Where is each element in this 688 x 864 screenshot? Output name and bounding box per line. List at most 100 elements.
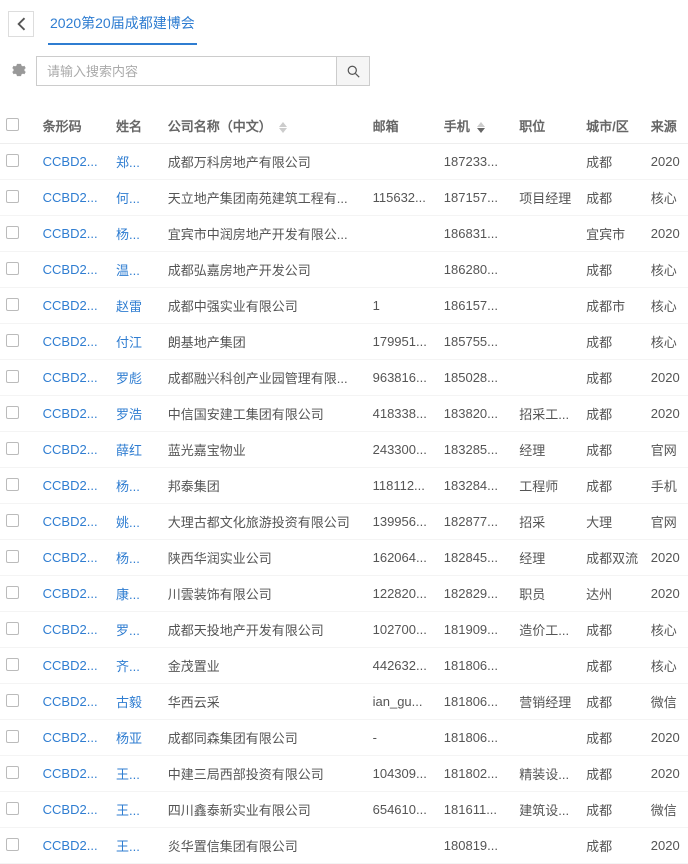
cell-phone: 181806... bbox=[438, 720, 513, 756]
cell-barcode[interactable]: CCBD2... bbox=[37, 540, 110, 576]
table-row[interactable]: CCBD2...薛红蓝光嘉宝物业243300...183285...经理成都官网 bbox=[0, 432, 688, 468]
cell-name[interactable]: 杨... bbox=[110, 216, 162, 252]
cell-name[interactable]: 付江 bbox=[110, 324, 162, 360]
cell-barcode[interactable]: CCBD2... bbox=[37, 576, 110, 612]
row-checkbox[interactable] bbox=[6, 802, 19, 815]
cell-barcode[interactable]: CCBD2... bbox=[37, 648, 110, 684]
cell-barcode[interactable]: CCBD2... bbox=[37, 180, 110, 216]
row-checkbox[interactable] bbox=[6, 226, 19, 239]
row-checkbox[interactable] bbox=[6, 550, 19, 563]
cell-city: 成都 bbox=[580, 828, 645, 864]
row-checkbox[interactable] bbox=[6, 478, 19, 491]
row-checkbox[interactable] bbox=[6, 622, 19, 635]
row-checkbox[interactable] bbox=[6, 298, 19, 311]
table-row[interactable]: CCBD2...何...天立地产集团南苑建筑工程有...115632...187… bbox=[0, 180, 688, 216]
table-row[interactable]: CCBD2...罗彪成都融兴科创产业园管理有限...963816...18502… bbox=[0, 360, 688, 396]
table-row[interactable]: CCBD2...王...四川鑫泰新实业有限公司654610...181611..… bbox=[0, 792, 688, 828]
cell-barcode[interactable]: CCBD2... bbox=[37, 144, 110, 180]
cell-name[interactable]: 杨亚 bbox=[110, 720, 162, 756]
cell-name[interactable]: 何... bbox=[110, 180, 162, 216]
row-checkbox[interactable] bbox=[6, 838, 19, 851]
table-row[interactable]: CCBD2...杨亚成都同森集团有限公司-181806...成都2020 bbox=[0, 720, 688, 756]
cell-barcode[interactable]: CCBD2... bbox=[37, 252, 110, 288]
cell-name[interactable]: 王... bbox=[110, 756, 162, 792]
row-checkbox[interactable] bbox=[6, 658, 19, 671]
cell-name[interactable]: 王... bbox=[110, 828, 162, 864]
back-button[interactable] bbox=[8, 11, 34, 37]
row-checkbox[interactable] bbox=[6, 586, 19, 599]
cell-name[interactable]: 齐... bbox=[110, 648, 162, 684]
table-row[interactable]: CCBD2...王...中建三局西部投资有限公司104309...181802.… bbox=[0, 756, 688, 792]
search-button[interactable] bbox=[336, 56, 370, 86]
col-email[interactable]: 邮箱 bbox=[367, 108, 438, 144]
cell-barcode[interactable]: CCBD2... bbox=[37, 216, 110, 252]
col-source[interactable]: 来源 bbox=[645, 108, 688, 144]
table-row[interactable]: CCBD2...杨...邦泰集团118112...183284...工程师成都手… bbox=[0, 468, 688, 504]
col-name[interactable]: 姓名 bbox=[110, 108, 162, 144]
cell-barcode[interactable]: CCBD2... bbox=[37, 396, 110, 432]
row-checkbox[interactable] bbox=[6, 190, 19, 203]
cell-phone: 182877... bbox=[438, 504, 513, 540]
row-checkbox[interactable] bbox=[6, 406, 19, 419]
table-row[interactable]: CCBD2...王...炎华置信集团有限公司180819...成都2020 bbox=[0, 828, 688, 864]
cell-name[interactable]: 杨... bbox=[110, 540, 162, 576]
table-row[interactable]: CCBD2...赵雷成都中强实业有限公司1186157...成都市核心 bbox=[0, 288, 688, 324]
col-city[interactable]: 城市/区 bbox=[580, 108, 645, 144]
search-input[interactable] bbox=[36, 56, 336, 86]
cell-barcode[interactable]: CCBD2... bbox=[37, 612, 110, 648]
col-barcode[interactable]: 条形码 bbox=[37, 108, 110, 144]
cell-name[interactable]: 赵雷 bbox=[110, 288, 162, 324]
cell-name[interactable]: 王... bbox=[110, 792, 162, 828]
table-row[interactable]: CCBD2...罗浩中信国安建工集团有限公司418338...183820...… bbox=[0, 396, 688, 432]
table-row[interactable]: CCBD2...杨...宜宾市中润房地产开发有限公...186831...宜宾市… bbox=[0, 216, 688, 252]
settings-button[interactable] bbox=[8, 63, 30, 80]
select-all-checkbox[interactable] bbox=[6, 118, 19, 131]
tab-active[interactable]: 2020第20届成都建博会 bbox=[48, 3, 197, 45]
row-checkbox[interactable] bbox=[6, 766, 19, 779]
row-checkbox[interactable] bbox=[6, 154, 19, 167]
cell-barcode[interactable]: CCBD2... bbox=[37, 324, 110, 360]
cell-barcode[interactable]: CCBD2... bbox=[37, 432, 110, 468]
row-checkbox[interactable] bbox=[6, 442, 19, 455]
cell-name[interactable]: 罗... bbox=[110, 612, 162, 648]
row-checkbox[interactable] bbox=[6, 262, 19, 275]
cell-company: 川雲装饰有限公司 bbox=[162, 576, 367, 612]
table-row[interactable]: CCBD2...古毅华西云采ian_gu...181806...营销经理成都微信 bbox=[0, 684, 688, 720]
cell-name[interactable]: 罗浩 bbox=[110, 396, 162, 432]
cell-barcode[interactable]: CCBD2... bbox=[37, 684, 110, 720]
row-checkbox[interactable] bbox=[6, 514, 19, 527]
row-checkbox[interactable] bbox=[6, 694, 19, 707]
col-position[interactable]: 职位 bbox=[513, 108, 580, 144]
cell-name[interactable]: 姚... bbox=[110, 504, 162, 540]
table-row[interactable]: CCBD2...康...川雲装饰有限公司122820...182829...职员… bbox=[0, 576, 688, 612]
table-row[interactable]: CCBD2...齐...金茂置业442632...181806...成都核心 bbox=[0, 648, 688, 684]
row-checkbox[interactable] bbox=[6, 334, 19, 347]
col-company[interactable]: 公司名称（中文） bbox=[162, 108, 367, 144]
cell-barcode[interactable]: CCBD2... bbox=[37, 468, 110, 504]
cell-barcode[interactable]: CCBD2... bbox=[37, 792, 110, 828]
cell-name[interactable]: 杨... bbox=[110, 468, 162, 504]
cell-barcode[interactable]: CCBD2... bbox=[37, 288, 110, 324]
cell-barcode[interactable]: CCBD2... bbox=[37, 756, 110, 792]
cell-name[interactable]: 郑... bbox=[110, 144, 162, 180]
table-row[interactable]: CCBD2...罗...成都天投地产开发有限公司102700...181909.… bbox=[0, 612, 688, 648]
cell-name[interactable]: 温... bbox=[110, 252, 162, 288]
table-row[interactable]: CCBD2...温...成都弘嘉房地产开发公司186280...成都核心 bbox=[0, 252, 688, 288]
cell-city: 成都 bbox=[580, 792, 645, 828]
cell-barcode[interactable]: CCBD2... bbox=[37, 720, 110, 756]
table-row[interactable]: CCBD2...杨...陕西华润实业公司162064...182845...经理… bbox=[0, 540, 688, 576]
table-row[interactable]: CCBD2...付江朗基地产集团179951...185755...成都核心 bbox=[0, 324, 688, 360]
cell-name[interactable]: 薛红 bbox=[110, 432, 162, 468]
row-checkbox[interactable] bbox=[6, 370, 19, 383]
cell-name[interactable]: 罗彪 bbox=[110, 360, 162, 396]
row-checkbox[interactable] bbox=[6, 730, 19, 743]
cell-barcode[interactable]: CCBD2... bbox=[37, 828, 110, 864]
table-row[interactable]: CCBD2...姚...大理古都文化旅游投资有限公司139956...18287… bbox=[0, 504, 688, 540]
cell-barcode[interactable]: CCBD2... bbox=[37, 360, 110, 396]
col-phone[interactable]: 手机 bbox=[438, 108, 513, 144]
cell-company: 金茂置业 bbox=[162, 648, 367, 684]
cell-name[interactable]: 康... bbox=[110, 576, 162, 612]
table-row[interactable]: CCBD2...郑...成都万科房地产有限公司187233...成都2020 bbox=[0, 144, 688, 180]
cell-name[interactable]: 古毅 bbox=[110, 684, 162, 720]
cell-barcode[interactable]: CCBD2... bbox=[37, 504, 110, 540]
